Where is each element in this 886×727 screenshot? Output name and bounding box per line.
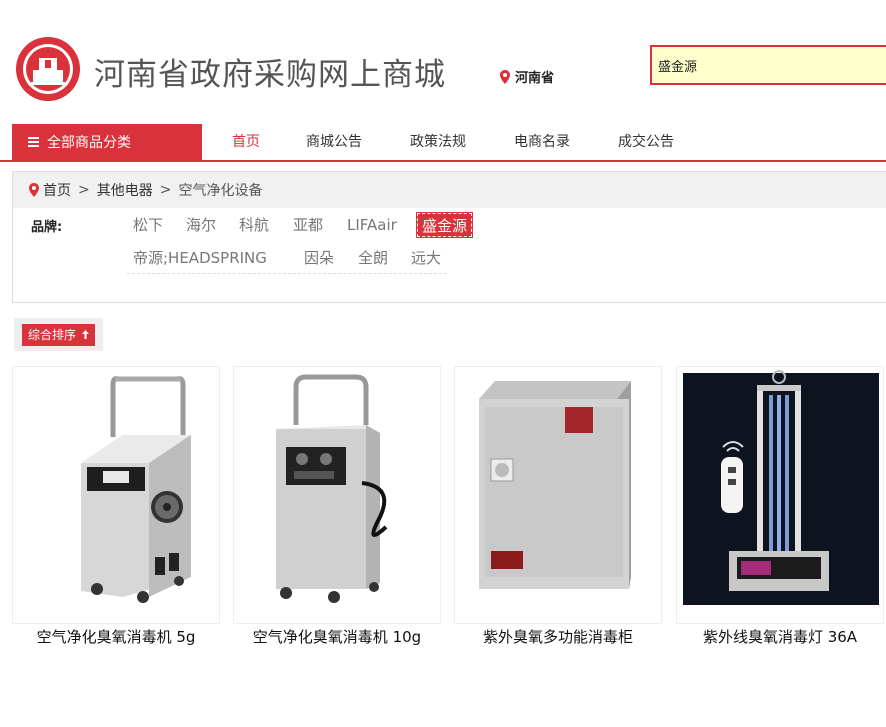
brand-option[interactable]: 亚都 bbox=[293, 213, 323, 237]
breadcrumb-level1[interactable]: 其他电器 bbox=[97, 180, 153, 200]
product-card[interactable]: 空气净化臭氧消毒机 5g bbox=[12, 366, 220, 666]
brand-filter-label: 品牌: bbox=[31, 220, 63, 235]
nav-item-vendors[interactable]: 电商名录 bbox=[514, 124, 570, 160]
product-name[interactable]: 空气净化臭氧消毒机 5g bbox=[12, 626, 220, 647]
location-pin-icon bbox=[500, 69, 510, 84]
product-name[interactable]: 紫外臭氧多功能消毒柜 bbox=[454, 626, 662, 647]
region-label: 河南省 bbox=[515, 71, 555, 86]
breadcrumb-home[interactable]: 首页 bbox=[43, 180, 71, 200]
brand-option[interactable]: LIFAair bbox=[347, 213, 397, 237]
sort-default-button[interactable]: 综合排序 bbox=[21, 323, 95, 346]
product-image[interactable] bbox=[233, 366, 441, 624]
all-categories-button[interactable]: 全部商品分类 bbox=[12, 124, 202, 160]
nav-item-announcements[interactable]: 商城公告 bbox=[306, 124, 362, 160]
product-image[interactable] bbox=[676, 366, 884, 624]
brand-option[interactable]: 帝源;HEADSPRING bbox=[133, 246, 267, 270]
breadcrumb-current: 空气净化设备 bbox=[178, 183, 263, 199]
brand-option[interactable]: 松下 bbox=[133, 213, 163, 237]
arrow-up-icon bbox=[82, 330, 89, 339]
site-logo-icon[interactable] bbox=[15, 36, 81, 102]
brand-option[interactable]: 全朗 bbox=[358, 246, 388, 270]
brand-option-selected[interactable]: 盛金源 bbox=[415, 212, 474, 238]
breadcrumb-separator: > bbox=[159, 182, 172, 198]
location-pin-icon bbox=[29, 183, 39, 197]
sort-label: 综合排序 bbox=[27, 327, 76, 342]
all-categories-label: 全部商品分类 bbox=[47, 135, 131, 151]
product-name[interactable]: 空气净化臭氧消毒机 10g bbox=[233, 626, 441, 647]
product-card[interactable]: 紫外臭氧多功能消毒柜 bbox=[454, 366, 662, 666]
site-header: 河南省政府采购网上商城 河南省 盛金源 bbox=[0, 0, 886, 122]
product-card[interactable]: 紫外线臭氧消毒灯 36A bbox=[676, 366, 884, 666]
product-image[interactable] bbox=[12, 366, 220, 624]
region-selector[interactable]: 河南省 bbox=[500, 67, 554, 86]
menu-icon bbox=[28, 137, 39, 147]
brand-option[interactable]: 海尔 bbox=[186, 213, 216, 237]
nav-item-home[interactable]: 首页 bbox=[232, 124, 260, 160]
site-title: 河南省政府采购网上商城 bbox=[94, 57, 446, 93]
brand-option[interactable]: 因朵 bbox=[304, 246, 334, 270]
nav-item-policies[interactable]: 政策法规 bbox=[410, 124, 466, 160]
search-input[interactable]: 盛金源 bbox=[650, 45, 886, 85]
product-image[interactable] bbox=[454, 366, 662, 624]
brand-option[interactable]: 远大 bbox=[411, 246, 441, 270]
sort-bar: 综合排序 bbox=[14, 318, 103, 351]
product-card[interactable]: 空气净化臭氧消毒机 10g bbox=[233, 366, 441, 666]
breadcrumb: 首页 > 其他电器 > 空气净化设备 bbox=[13, 172, 886, 208]
nav-item-deals[interactable]: 成交公告 bbox=[618, 124, 674, 160]
divider bbox=[127, 273, 447, 274]
breadcrumb-separator: > bbox=[78, 182, 90, 198]
brand-option[interactable]: 科航 bbox=[239, 213, 269, 237]
product-name[interactable]: 紫外线臭氧消毒灯 36A bbox=[676, 626, 884, 647]
main-nav: 全部商品分类 首页 商城公告 政策法规 电商名录 成交公告 bbox=[0, 124, 886, 162]
filter-panel: 首页 > 其他电器 > 空气净化设备 品牌: 松下 海尔 科航 亚都 LIFAa… bbox=[12, 171, 886, 303]
